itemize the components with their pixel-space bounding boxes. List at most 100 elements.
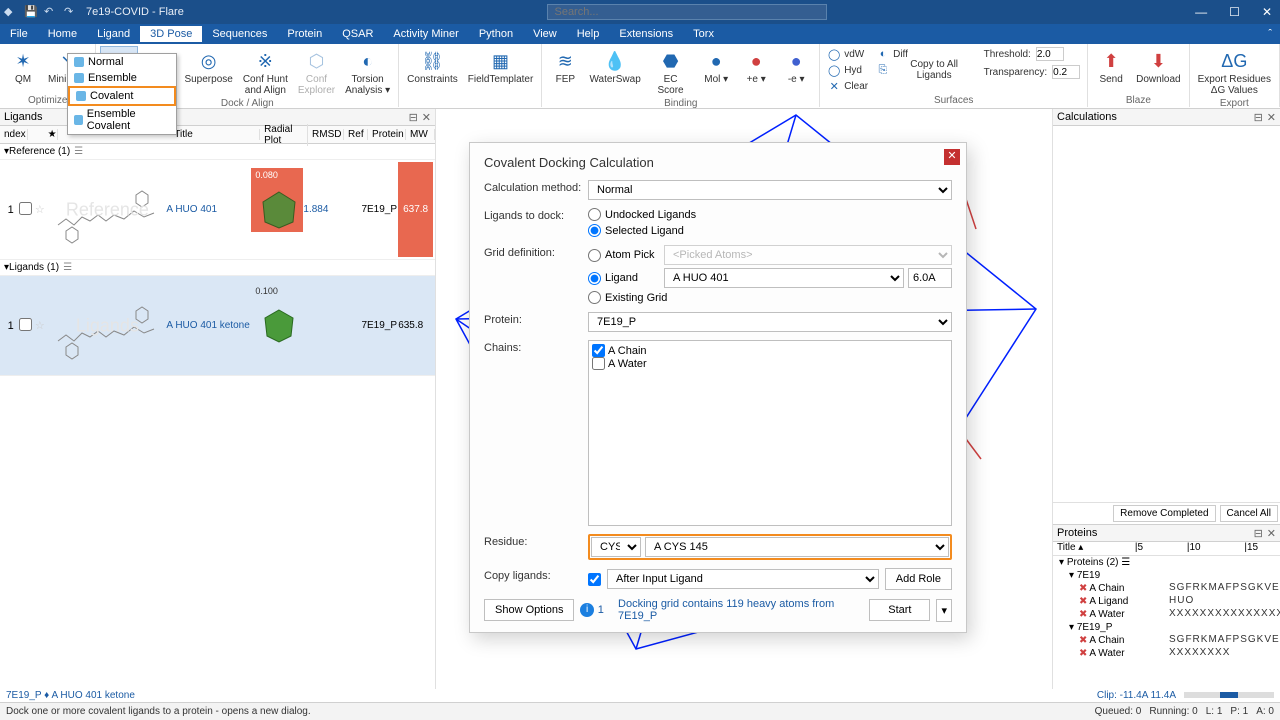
cancel-all-button[interactable]: Cancel All xyxy=(1220,505,1278,522)
menu-view[interactable]: View xyxy=(523,26,567,42)
copy-all-button[interactable]: ⎘Copy to All Ligands xyxy=(873,62,978,78)
redo-icon[interactable]: ↷ xyxy=(64,5,78,19)
menu-activity-miner[interactable]: Activity Miner xyxy=(383,26,468,42)
mol-button[interactable]: ●Mol ▾ xyxy=(697,46,735,98)
download-button[interactable]: ⬇Download xyxy=(1132,46,1184,95)
chain-a-checkbox[interactable]: A Chain xyxy=(592,344,948,357)
star-icon[interactable]: ☆ xyxy=(35,319,49,332)
grid-ligand-select[interactable]: A HUO 401 xyxy=(664,268,904,288)
start-dropdown[interactable]: ▾ xyxy=(936,599,952,622)
copy-ligands-label: Copy ligands: xyxy=(484,568,588,590)
copy-ligands-select[interactable]: After Input Ligand xyxy=(607,569,879,589)
menu-torx[interactable]: Torx xyxy=(683,26,724,42)
ligand-row-selected[interactable]: 1 ☆ Ligands A HUO 401 ketone 0.100 7E19_… xyxy=(0,276,435,376)
export-residues-button[interactable]: ΔGExport Residues ΔG Values xyxy=(1194,46,1275,98)
ribbon-collapse-icon[interactable]: ˆ xyxy=(1260,28,1280,40)
copy-ligands-checkbox[interactable] xyxy=(588,573,601,586)
dialog-close-button[interactable]: ✕ xyxy=(944,149,960,165)
dialog-title: Covalent Docking Calculation xyxy=(484,155,952,170)
dock-ensemble[interactable]: Ensemble xyxy=(68,70,176,86)
fieldtemplater-button[interactable]: ▦FieldTemplater xyxy=(464,46,538,95)
menu-home[interactable]: Home xyxy=(38,26,87,42)
start-button[interactable]: Start xyxy=(869,599,930,621)
dialog-info: i1 Docking grid contains 119 heavy atoms… xyxy=(580,598,863,622)
menu-file[interactable]: File xyxy=(0,26,38,42)
section-ligands[interactable]: ▾ Ligands (1) ☰ xyxy=(0,260,435,276)
residue-type-select[interactable]: CYS xyxy=(591,537,641,557)
search-input[interactable] xyxy=(547,4,827,20)
save-icon[interactable]: 💾 xyxy=(24,5,38,19)
ligand-row-reference[interactable]: 1 ☆ Reference A HUO 401 0.080 1.884 7E19… xyxy=(0,160,435,260)
group-surfaces: Surfaces xyxy=(824,95,1083,107)
star-icon[interactable]: ☆ xyxy=(35,203,49,216)
remove-completed-button[interactable]: Remove Completed xyxy=(1113,505,1215,522)
constraints-button[interactable]: ⛓Constraints xyxy=(403,46,462,95)
context-bar: 7E19_P ♦ A HUO 401 ketone Clip: -11.4A 1… xyxy=(0,688,1280,702)
undocked-ligands-radio[interactable]: Undocked Ligands xyxy=(588,208,952,221)
atom-pick-radio[interactable]: Atom Pick xyxy=(588,249,660,262)
chains-listbox[interactable]: A Chain A Water xyxy=(588,340,952,526)
plus-e-button[interactable]: ●+e ▾ xyxy=(737,46,775,98)
section-reference[interactable]: ▾ Reference (1) ☰ xyxy=(0,144,435,160)
minus-e-button[interactable]: ●-e ▾ xyxy=(777,46,815,98)
ec-score-button[interactable]: ⬣EC Score xyxy=(646,46,695,98)
right-column: Calculations⊟✕ Remove Completed Cancel A… xyxy=(1052,109,1280,689)
menu-extensions[interactable]: Extensions xyxy=(609,26,683,42)
torsion-button[interactable]: ◐Torsion Analysis ▾ xyxy=(341,46,394,98)
minimize-icon[interactable]: — xyxy=(1191,5,1211,19)
calc-method-select[interactable]: Normal xyxy=(588,180,952,200)
pin-icon[interactable]: ⊟ xyxy=(1254,111,1263,124)
dock-covalent[interactable]: Covalent xyxy=(68,86,176,106)
chain-water-checkbox[interactable]: A Water xyxy=(592,357,948,370)
fep-button[interactable]: ≋FEP xyxy=(546,46,584,98)
superpose-button[interactable]: ◎Superpose xyxy=(180,46,236,98)
send-button[interactable]: ⬆Send xyxy=(1092,46,1130,95)
dock-normal[interactable]: Normal xyxy=(68,54,176,70)
residue-select[interactable]: A CYS 145 xyxy=(645,537,949,557)
close-pane-icon[interactable]: ✕ xyxy=(422,111,431,124)
proteins-pane: Proteins⊟✕ Title ▴ |5|10|15 ▾ Proteins (… xyxy=(1053,524,1280,689)
ligand-checkbox[interactable] xyxy=(19,202,32,215)
ligand-radio[interactable]: Ligand xyxy=(588,272,660,285)
menu-sequences[interactable]: Sequences xyxy=(202,26,277,42)
close-pane-icon[interactable]: ✕ xyxy=(1267,111,1276,124)
conf-hunt-button[interactable]: ※Conf Hunt and Align xyxy=(239,46,292,98)
clear-button[interactable]: ✕Clear xyxy=(824,78,871,94)
clip-slider[interactable] xyxy=(1184,692,1274,698)
add-role-button[interactable]: Add Role xyxy=(885,568,952,590)
ligand-checkbox[interactable] xyxy=(19,318,32,331)
pin-icon[interactable]: ⊟ xyxy=(409,111,418,124)
info-icon: i xyxy=(580,603,593,617)
menu-protein[interactable]: Protein xyxy=(277,26,332,42)
selected-ligand-radio[interactable]: Selected Ligand xyxy=(588,224,952,237)
menu-help[interactable]: Help xyxy=(567,26,610,42)
pin-icon[interactable]: ⊟ xyxy=(1254,527,1263,540)
residue-label: Residue: xyxy=(484,534,588,560)
status-bar: Dock one or more covalent ligands to a p… xyxy=(0,702,1280,720)
close-pane-icon[interactable]: ✕ xyxy=(1267,527,1276,540)
proteins-tree[interactable]: ▾ Proteins (2) ☰ ▾ 7E19 ✖A Chain ✖A Liga… xyxy=(1053,556,1167,660)
quick-access: ◆ 💾 ↶ ↷ xyxy=(4,5,78,19)
transparency-field[interactable]: Transparency: xyxy=(981,64,1084,80)
existing-grid-radio[interactable]: Existing Grid xyxy=(588,291,952,304)
conf-explorer-button[interactable]: ⬡Conf Explorer xyxy=(294,46,339,98)
group-export: Export xyxy=(1194,98,1275,109)
menu-python[interactable]: Python xyxy=(469,26,523,42)
waterswap-button[interactable]: 💧WaterSwap xyxy=(586,46,644,98)
grid-size-field[interactable] xyxy=(908,268,952,288)
undo-icon[interactable]: ↶ xyxy=(44,5,58,19)
threshold-field[interactable]: Threshold: xyxy=(981,46,1084,62)
tooltip-text: Dock one or more covalent ligands to a p… xyxy=(6,706,311,717)
menu-qsar[interactable]: QSAR xyxy=(332,26,383,42)
hyd-button[interactable]: ◯Hyd xyxy=(824,62,871,78)
vdw-button[interactable]: ◯vdW xyxy=(824,46,871,62)
close-icon[interactable]: ✕ xyxy=(1258,5,1276,19)
qm-button[interactable]: ✶QM xyxy=(4,46,42,95)
maximize-icon[interactable]: ☐ xyxy=(1225,5,1244,19)
menu-3d-pose[interactable]: 3D Pose xyxy=(140,26,202,42)
show-options-button[interactable]: Show Options xyxy=(484,599,574,621)
protein-select[interactable]: 7E19_P xyxy=(588,312,952,332)
dock-ensemble-covalent[interactable]: Ensemble Covalent xyxy=(68,106,176,134)
menu-ligand[interactable]: Ligand xyxy=(87,26,140,42)
proteins-col-title[interactable]: Title ▴ xyxy=(1053,542,1113,555)
